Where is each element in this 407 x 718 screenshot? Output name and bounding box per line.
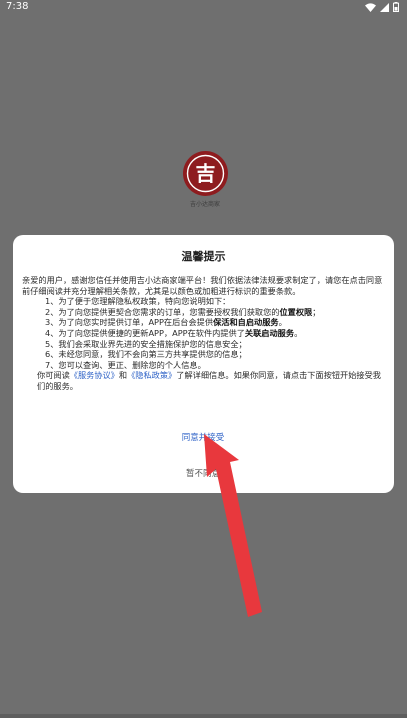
dialog-body: 亲爱的用户，感谢您信任并使用吉小达商家端平台！我们依据法律法规要求制定了，请您在… <box>22 275 387 392</box>
privacy-dialog: 温馨提示 亲爱的用户，感谢您信任并使用吉小达商家端平台！我们依据法律法规要求制定… <box>13 235 394 493</box>
dialog-title: 温馨提示 <box>181 250 226 263</box>
service-agreement-link[interactable]: 《服务协议》 <box>70 370 119 380</box>
dialog-item-2: 2、为了向您提供更契合您需求的订单，您需要授权我们获取您的位置权限； <box>45 306 321 317</box>
status-icons <box>365 1 399 13</box>
logo-glyph: 吉 <box>196 162 216 186</box>
status-time: 7:38 <box>6 1 29 12</box>
dialog-item-6: 6、未经您同意，我们不会向第三方共享提供您的信息； <box>45 349 247 360</box>
privacy-policy-link[interactable]: 《隐私政策》 <box>127 370 176 380</box>
navigation-bar <box>0 714 407 718</box>
wifi-icon <box>365 2 376 12</box>
dialog-intro: 亲爱的用户，感谢您信任并使用吉小达商家端平台！我们依据法律法规要求制定了，请您在… <box>22 275 383 296</box>
dialog-item-7: 7、您可以查询、更正、删除您的个人信息。 <box>45 359 206 370</box>
dialog-read-more: 你可阅读《服务协议》和《隐私政策》了解详细信息。如果你同意，请点击下面按钮开始接… <box>37 370 381 391</box>
status-bar: 7:38 <box>0 0 407 14</box>
signal-icon <box>380 2 389 12</box>
dialog-lead: 1、为了便于您理解隐私权政策，特向您说明如下： <box>45 296 231 307</box>
disagree-button[interactable]: 暂不同意 <box>153 467 253 479</box>
app-logo: 吉 <box>183 151 228 196</box>
logo-caption: 吉小达商家 <box>189 201 220 208</box>
dialog-item-4: 4、为了向您提供便捷的更新APP，APP在软件内提供了关联启动服务。 <box>45 327 303 338</box>
dialog-item-3: 3、为了向您实时提供订单，APP在后台会提供保活和自启动服务。 <box>45 317 287 328</box>
agree-button[interactable]: 同意并接受 <box>153 431 253 443</box>
battery-icon <box>393 2 399 12</box>
app-logo-icon: 吉 <box>186 154 225 193</box>
dialog-item-5: 5、我们会采取业界先进的安全措施保护您的信息安全； <box>45 338 247 349</box>
